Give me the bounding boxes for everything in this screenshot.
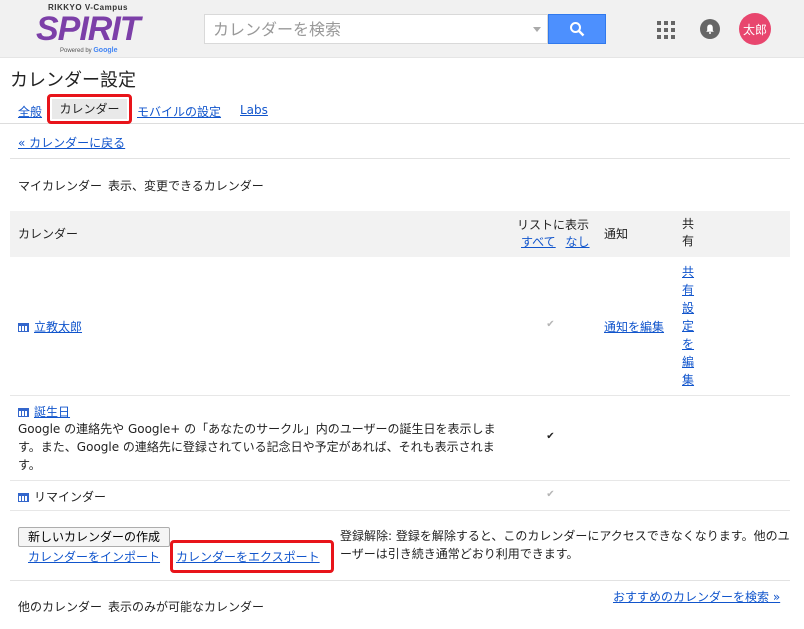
- settings-tabs: 全般 カレンダー モバイルの設定 Labs: [0, 94, 804, 124]
- divider: [10, 580, 790, 581]
- spirit-logo[interactable]: RIKKYO V-Campus SPIRIT Powered by Google: [34, 3, 144, 57]
- tab-mobile[interactable]: モバイルの設定: [137, 103, 221, 120]
- other-calendars-title: 他のカレンダー: [18, 600, 103, 614]
- calendar-name-cell: リマインダー: [18, 488, 106, 505]
- export-calendar-link[interactable]: カレンダーをエクスポート: [176, 548, 320, 565]
- search-input[interactable]: [205, 15, 525, 43]
- search-box: [204, 14, 548, 44]
- edit-sharing-link[interactable]: 共有設定を編集: [682, 263, 696, 389]
- my-calendars-title: マイカレンダー: [18, 179, 103, 193]
- column-show-in-list: リストに表示 すべて なし: [517, 216, 590, 249]
- top-bar: RIKKYO V-Campus SPIRIT Powered by Google…: [0, 0, 804, 58]
- tab-calendars-label: カレンダー: [52, 99, 127, 119]
- calendar-name-cell: 誕生日: [18, 403, 70, 420]
- tab-labs[interactable]: Labs: [240, 103, 268, 117]
- tab-calendars[interactable]: カレンダー: [47, 94, 132, 124]
- calendar-icon: [18, 493, 29, 502]
- column-share: 共有: [682, 217, 695, 248]
- calendar-row: 誕生日 Google の連絡先や Google+ の「あなたのサークル」内のユー…: [10, 396, 790, 481]
- logo-wordmark: SPIRIT: [36, 10, 141, 48]
- unsubscribe-note: 登録解除: 登録を解除すると、このカレンダーにアクセスできなくなります。他のユー…: [340, 529, 790, 561]
- column-notify: 通知: [604, 227, 629, 241]
- calendar-row: リマインダー ✔: [10, 481, 790, 511]
- calendar-name-link[interactable]: 誕生日: [34, 405, 70, 419]
- show-all-link[interactable]: すべて: [521, 235, 556, 249]
- edit-notifications-link[interactable]: 通知を編集: [604, 318, 664, 335]
- calendar-name: リマインダー: [34, 490, 107, 504]
- page-title: カレンダー設定: [10, 70, 136, 91]
- other-calendars-heading: 他のカレンダー 表示のみが可能なカレンダー: [18, 598, 264, 615]
- calendar-row: 立教太郎 ✔ 通知を編集 共有設定を編集: [10, 257, 790, 396]
- notification-bell-icon[interactable]: [700, 19, 720, 39]
- calendar-table-header: カレンダー リストに表示 すべて なし 通知 共有: [10, 211, 790, 257]
- create-calendar-button[interactable]: 新しいカレンダーの作成: [18, 527, 170, 547]
- calendar-name-link[interactable]: 立教太郎: [34, 320, 82, 334]
- show-in-list-checkbox[interactable]: ✔: [545, 490, 556, 501]
- logo-google-text: Google: [93, 47, 118, 54]
- column-show-in-list-label: リストに表示: [517, 218, 590, 232]
- birthday-calendar-desc: Google の連絡先や Google+ の「あなたのサークル」内のユーザーの誕…: [18, 422, 496, 472]
- tab-general[interactable]: 全般: [18, 103, 42, 120]
- other-calendars-desc: 表示のみが可能なカレンダー: [108, 600, 265, 614]
- logo-powered-by: Powered by Google: [60, 47, 117, 54]
- logo-powered-text: Powered by: [60, 48, 92, 54]
- show-in-list-checkbox[interactable]: ✔: [545, 432, 556, 443]
- my-calendars-heading: マイカレンダー 表示、変更できるカレンダー: [18, 177, 264, 194]
- column-calendar: カレンダー: [18, 227, 79, 241]
- search-icon: [570, 22, 585, 37]
- search-button[interactable]: [548, 14, 606, 44]
- show-in-list-checkbox[interactable]: ✔: [545, 320, 556, 331]
- my-calendars-desc: 表示、変更できるカレンダー: [108, 179, 264, 193]
- calendar-icon: [18, 323, 29, 332]
- user-avatar[interactable]: 太郎: [739, 13, 771, 45]
- search-dropdown-icon[interactable]: [533, 27, 541, 32]
- import-calendar-link[interactable]: カレンダーをインポート: [28, 548, 160, 565]
- calendar-icon: [18, 408, 29, 417]
- apps-grid-icon[interactable]: [657, 21, 675, 39]
- divider: [10, 158, 790, 159]
- back-to-calendar-link[interactable]: « カレンダーに戻る: [18, 134, 125, 151]
- calendar-name-cell: 立教太郎: [18, 318, 82, 335]
- browse-calendars-link[interactable]: おすすめのカレンダーを検索 »: [613, 588, 780, 605]
- show-none-link[interactable]: なし: [566, 235, 590, 249]
